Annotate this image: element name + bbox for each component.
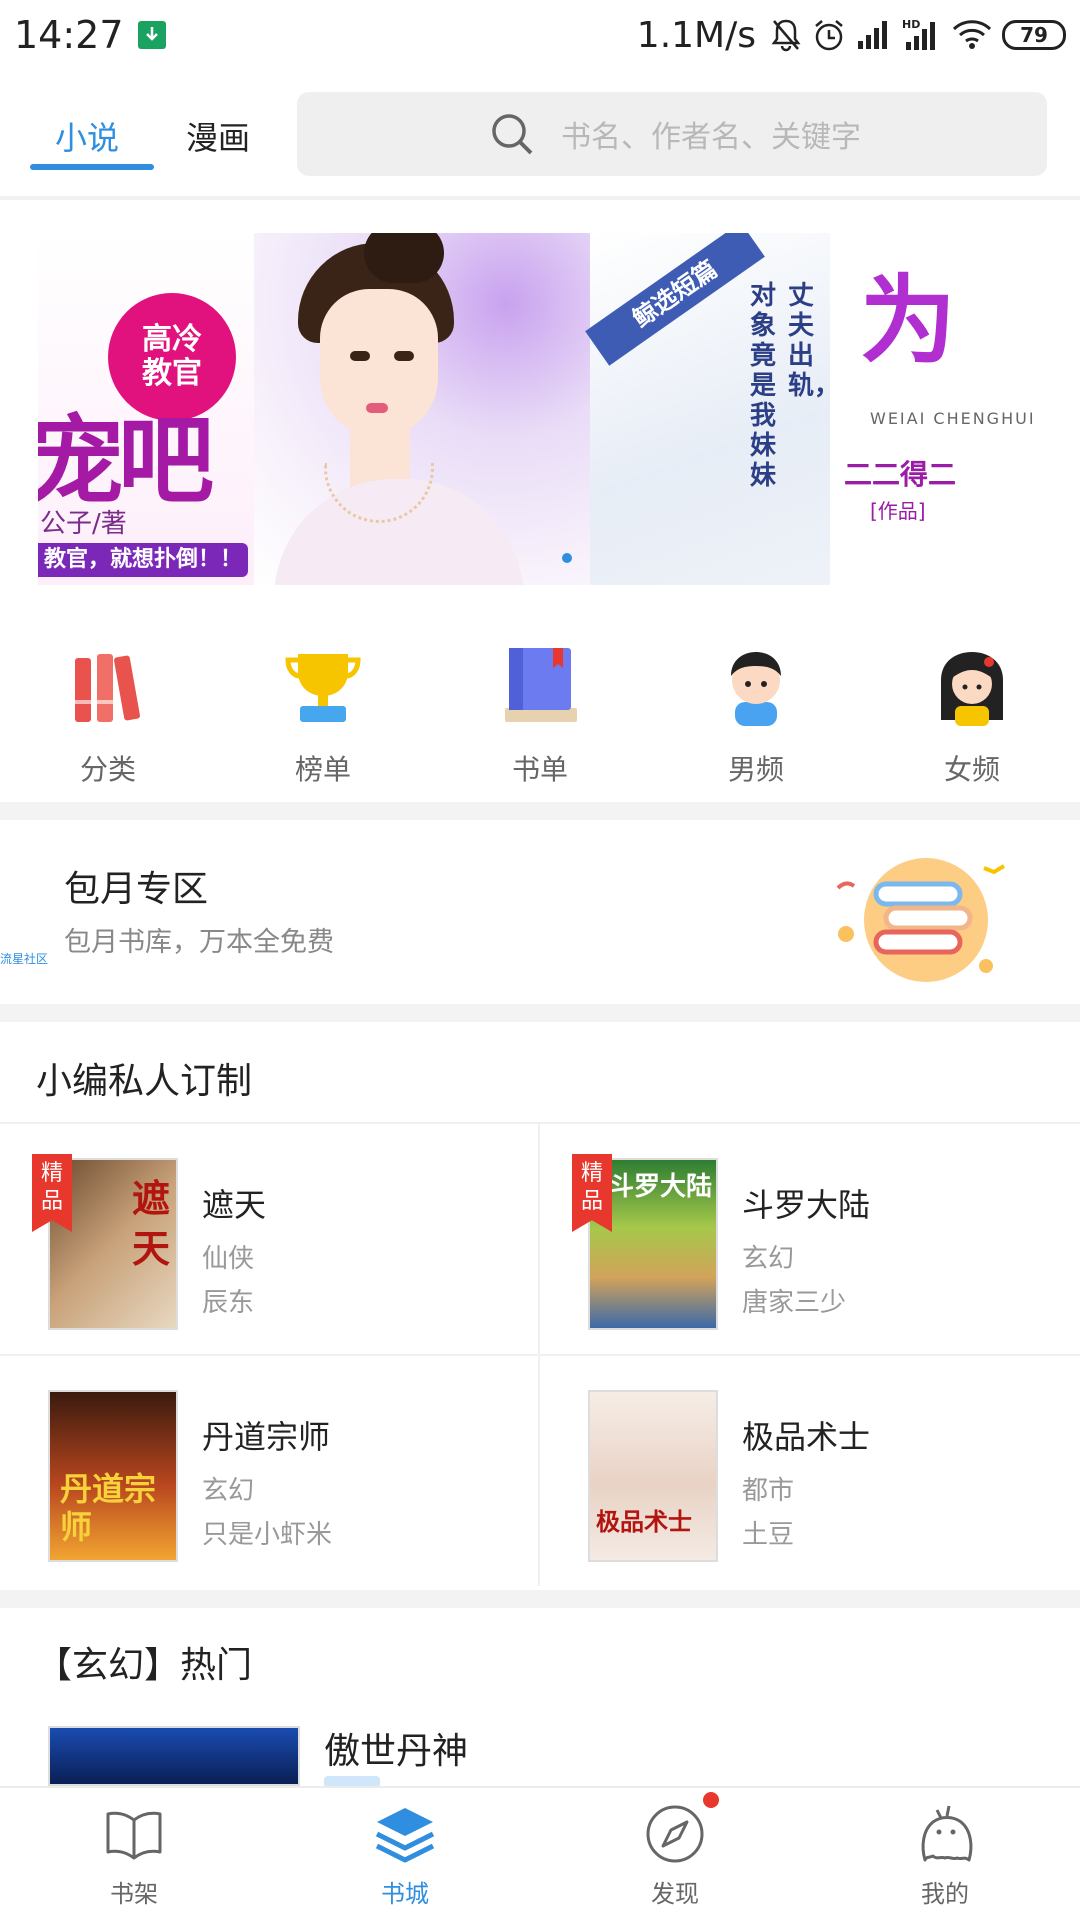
- banner-title: 为: [860, 264, 956, 377]
- mute-icon: [771, 19, 801, 52]
- stacked-books-icon: [836, 848, 1016, 988]
- book-author: 辰东: [202, 1288, 255, 1318]
- book-genre: 都市: [742, 1476, 795, 1506]
- banner-vertical-text: 丈夫出轨，: [788, 281, 841, 401]
- book-genre: 玄幻: [202, 1476, 255, 1506]
- signal-icon: [858, 21, 887, 49]
- net-speed: 1.1M/s: [636, 14, 756, 56]
- tab-manga[interactable]: 漫画: [186, 108, 250, 168]
- wifi-icon: [952, 20, 992, 49]
- section-title-hot: 【玄幻】热门: [36, 1645, 253, 1686]
- tab-novel[interactable]: 小说: [55, 108, 119, 168]
- banner-tagline: 教官，就想扑倒！！: [38, 543, 248, 577]
- section-gap: [0, 1004, 1080, 1022]
- section-title-picks: 小编私人订制: [36, 1061, 253, 1102]
- status-time: 14:27: [14, 13, 124, 57]
- search-input[interactable]: 书名、作者名、关键字: [297, 92, 1047, 176]
- book-author: 只是小虾米: [202, 1520, 333, 1550]
- banner-slide[interactable]: 鲸选短篇 丈夫出轨， 对象竟是我妹妹: [585, 233, 841, 585]
- svg-text:HD: HD: [902, 18, 920, 31]
- nav-bookshelf[interactable]: 书架: [34, 1788, 234, 1920]
- monthly-subtitle: 包月书库，万本全免费: [64, 927, 334, 958]
- nav-label: 书城: [381, 1880, 429, 1908]
- banner-slide[interactable]: 高冷 教官 宠吧 公子/著 教官，就想扑倒！！: [38, 233, 254, 585]
- notification-dot: [703, 1792, 719, 1808]
- banner-work-label: [作品]: [870, 499, 926, 523]
- category-booklist[interactable]: 书单: [465, 640, 615, 788]
- book-title: 极品术士: [742, 1418, 871, 1456]
- category-male[interactable]: 男频: [681, 640, 831, 788]
- nav-profile[interactable]: 我的: [845, 1788, 1045, 1920]
- book-cover: 丹道宗师: [48, 1390, 178, 1562]
- category-label: 榜单: [294, 753, 351, 786]
- banner-illustration: [254, 233, 590, 585]
- book-cover[interactable]: [48, 1726, 300, 1786]
- category-label: 女频: [943, 753, 1000, 786]
- banner-author: 二二得二: [844, 458, 957, 491]
- banner-title: 宠吧: [38, 404, 214, 517]
- category-label: 书单: [511, 753, 568, 786]
- book-author: 唐家三少: [742, 1288, 847, 1318]
- section-gap: [0, 802, 1080, 820]
- girl-icon: [927, 640, 1017, 730]
- category-label: 分类: [79, 753, 136, 786]
- battery-icon: 79: [1002, 20, 1066, 50]
- bookstore-icon: [373, 1802, 437, 1866]
- nav-label: 书架: [110, 1880, 158, 1908]
- battery-level: 79: [1020, 23, 1048, 47]
- alarm-icon: [815, 20, 843, 51]
- monthly-title: 包月专区: [64, 869, 209, 910]
- banner-slide[interactable]: 为 WEIAI CHENGHUI 二二得二 [作品]: [830, 233, 1042, 585]
- book-title: 丹道宗师: [202, 1418, 331, 1456]
- nav-discover[interactable]: 发现: [575, 1788, 775, 1920]
- banner-english: WEIAI CHENGHUI: [870, 409, 1036, 428]
- category-classify[interactable]: 分类: [33, 640, 183, 788]
- book-title: 斗罗大陆: [742, 1186, 871, 1224]
- carousel-indicator: [562, 553, 572, 563]
- nav-label: 发现: [651, 1880, 699, 1908]
- top-bar: 小说 漫画 书名、作者名、关键字: [0, 88, 1080, 196]
- book-card[interactable]: 极品术士 极品术士 都市 土豆: [540, 1354, 1080, 1586]
- books-icon: [63, 640, 153, 730]
- book-title[interactable]: 傲世丹神: [324, 1722, 468, 1774]
- nav-bookstore[interactable]: 书城: [305, 1788, 505, 1920]
- hd-signal-icon: HD: [902, 18, 935, 50]
- active-tab-indicator: [30, 164, 154, 170]
- search-placeholder: 书名、作者名、关键字: [561, 120, 861, 155]
- banner-carousel[interactable]: 高冷 教官 宠吧 公子/著 教官，就想扑倒！！ 鲸选短篇 丈夫出轨， 对象竟是我妹…: [38, 233, 1042, 585]
- banner-ribbon: 鲸选短篇: [585, 233, 765, 366]
- category-label: 男频: [727, 753, 784, 786]
- profile-icon: [913, 1802, 977, 1866]
- status-bar: 14:27 1.1M/s HD 79: [0, 0, 1080, 70]
- watermark-text: 流星社区: [0, 952, 49, 966]
- book-author: 土豆: [742, 1520, 795, 1550]
- category-ranking[interactable]: 榜单: [248, 640, 398, 788]
- book-title: 遮天: [202, 1186, 267, 1224]
- divider: [0, 196, 1080, 200]
- monthly-zone[interactable]: 包月专区 包月书库，万本全免费 流星社区: [0, 820, 1080, 1004]
- bottom-nav: 书架 书城 发现 我的: [0, 1786, 1080, 1920]
- book-card[interactable]: 遮天 精品 遮天 仙侠 辰东: [0, 1122, 540, 1354]
- bookshelf-icon: [102, 1802, 166, 1866]
- boy-icon: [711, 640, 801, 730]
- book-icon: [495, 640, 585, 730]
- category-female[interactable]: 女频: [897, 640, 1047, 788]
- section-gap: [0, 1590, 1080, 1608]
- banner-vertical-text: 对象竟是我妹妹: [750, 281, 777, 491]
- book-genre: 仙侠: [202, 1244, 255, 1274]
- book-genre: 玄幻: [742, 1244, 795, 1274]
- nav-label: 我的: [921, 1880, 969, 1908]
- category-row: 分类 榜单 书单 男频 女频: [0, 640, 1080, 790]
- banner-author: 公子/著: [40, 509, 127, 539]
- search-icon: [492, 114, 533, 155]
- download-icon: [137, 21, 166, 49]
- compass-icon: [643, 1792, 719, 1866]
- book-cover: 极品术士: [588, 1390, 718, 1562]
- trophy-icon: [278, 640, 368, 730]
- book-card[interactable]: 斗罗大陆 精品 斗罗大陆 玄幻 唐家三少: [540, 1122, 1080, 1354]
- book-card[interactable]: 丹道宗师 丹道宗师 玄幻 只是小虾米: [0, 1354, 540, 1586]
